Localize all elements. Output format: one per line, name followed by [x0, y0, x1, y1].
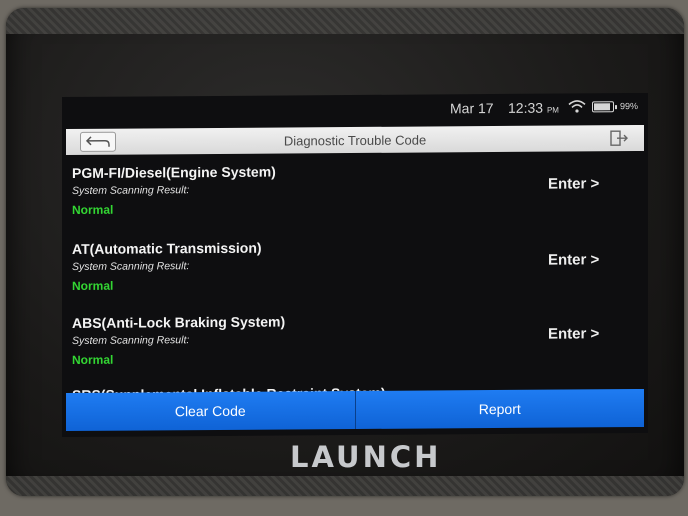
- list-item[interactable]: AT(Automatic Transmission) System Scanni…: [72, 237, 642, 315]
- status-date: Mar 17: [450, 100, 494, 117]
- status-ampm: PM: [546, 105, 559, 115]
- exit-icon: [604, 130, 630, 151]
- system-name: AT(Automatic Transmission): [72, 239, 262, 257]
- brand-logo: LAUNCH: [290, 440, 442, 474]
- scan-result-label: System Scanning Result:: [72, 260, 190, 273]
- scan-result-label: System Scanning Result:: [72, 184, 190, 197]
- device-bezel-bottom: [6, 476, 684, 496]
- scan-result-label: System Scanning Result:: [72, 334, 190, 347]
- list-item[interactable]: PGM-FI/Diesel(Engine System) System Scan…: [72, 161, 642, 239]
- status-battery: 99%: [620, 101, 639, 112]
- status-badge: Normal: [72, 278, 114, 293]
- device-bezel-top: [6, 8, 684, 34]
- battery-icon: [592, 101, 614, 113]
- system-name: ABS(Anti-Lock Braking System): [72, 313, 286, 331]
- enter-button[interactable]: Enter >: [548, 251, 599, 268]
- page-title: Diagnostic Trouble Code: [283, 132, 427, 149]
- status-badge: Normal: [72, 352, 114, 367]
- system-name: PGM-FI/Diesel(Engine System): [72, 163, 276, 181]
- status-time: 12:33 PM: [508, 99, 559, 116]
- device-screen: Mar 17 12:33 PM 99% Diagnostic Trouble C…: [62, 92, 648, 438]
- wifi-icon: [568, 99, 586, 116]
- list-item[interactable]: ABS(Anti-Lock Braking System) System Sca…: [72, 311, 642, 389]
- system-list: PGM-FI/Diesel(Engine System) System Scan…: [62, 161, 648, 397]
- status-badge: Normal: [72, 202, 114, 217]
- exit-button[interactable]: [604, 128, 630, 148]
- title-bar: Diagnostic Trouble Code: [66, 124, 644, 156]
- enter-button[interactable]: Enter >: [548, 175, 599, 192]
- bottom-action-bar: Clear Code Report: [66, 388, 644, 432]
- clear-code-button[interactable]: Clear Code: [66, 391, 355, 432]
- report-button[interactable]: Report: [355, 388, 644, 429]
- status-bar: Mar 17 12:33 PM 99%: [62, 93, 648, 121]
- enter-button[interactable]: Enter >: [548, 325, 599, 342]
